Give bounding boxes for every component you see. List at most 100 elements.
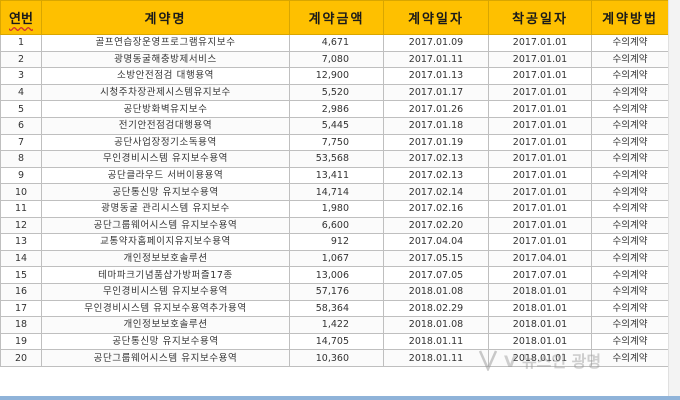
- cell-no: 8: [0, 150, 42, 168]
- cell-method: 수의계약: [591, 349, 668, 367]
- cell-no: 7: [0, 133, 42, 152]
- table-row: 8 무인경비시스템 유지보수용역 53,568 2017.02.13 2017.01.0…: [0, 150, 668, 168]
- cell-amount: 13,411: [289, 166, 384, 185]
- cell-contract-name: 테마파크기념품샵가방퍼즐17종: [41, 266, 290, 284]
- cell-no: 6: [0, 116, 42, 135]
- cell-contract-date: 2017.02.14: [383, 183, 489, 201]
- header-start-date: 착공일자: [488, 0, 592, 35]
- cell-contract-name: 공단통신망 유지보수용역: [41, 183, 290, 201]
- cell-start-date: 2018.01.01: [488, 299, 592, 318]
- cell-start-date: 2017.01.01: [488, 150, 592, 168]
- cell-contract-date: 2017.02.16: [383, 199, 489, 218]
- cell-amount: 6,600: [289, 216, 384, 235]
- cell-start-date: 2017.01.01: [488, 216, 592, 235]
- cell-amount: 5,520: [289, 83, 384, 102]
- cell-start-date: 2017.01.01: [488, 116, 592, 135]
- cell-contract-date: 2017.01.26: [383, 100, 489, 118]
- cell-contract-date: 2017.01.13: [383, 67, 489, 85]
- cell-contract-name: 공단사업장정기소독용역: [41, 133, 290, 152]
- cell-start-date: 2018.01.01: [488, 349, 592, 367]
- cell-method: 수의계약: [591, 266, 668, 284]
- table-row: 18 개인정보보호솔루션 1,422 2018.01.08 2018.01.01 수의계약: [0, 316, 668, 334]
- cell-method: 수의계약: [591, 116, 668, 135]
- table-row: 9 공단클라우드 서버이용용역 13,411 2017.02.13 2017.01.01…: [0, 166, 668, 185]
- cell-contract-name: 공단방화벽유지보수: [41, 100, 290, 118]
- table-row: 5 공단방화벽유지보수 2,986 2017.01.26 2017.01.01 수의계약: [0, 100, 668, 118]
- cell-start-date: 2017.01.01: [488, 183, 592, 201]
- cell-contract-name: 전기안전점검대행용역: [41, 116, 290, 135]
- cell-contract-name: 광명동굴 관리시스템 유지보수: [41, 199, 290, 218]
- cell-start-date: 2017.01.01: [488, 34, 592, 52]
- cell-contract-date: 2017.05.15: [383, 249, 489, 268]
- table-row: 16 무인경비시스템 유지보수용역 57,176 2018.01.08 2018.01.…: [0, 282, 668, 301]
- cell-amount: 1,067: [289, 249, 384, 268]
- cell-no: 1: [0, 34, 42, 52]
- cell-no: 18: [0, 316, 42, 334]
- cell-contract-name: 개인정보보호솔루션: [41, 249, 290, 268]
- cell-start-date: 2018.01.01: [488, 332, 592, 351]
- bottom-border-bar: [0, 396, 680, 400]
- cell-contract-date: 2017.02.13: [383, 166, 489, 185]
- cell-contract-date: 2017.02.20: [383, 216, 489, 235]
- cell-no: 13: [0, 233, 42, 251]
- table-row: 19 공단통신망 유지보수용역 14,705 2018.01.11 2018.01.01…: [0, 332, 668, 351]
- cell-start-date: 2017.01.01: [488, 50, 592, 69]
- cell-method: 수의계약: [591, 67, 668, 85]
- cell-method: 수의계약: [591, 249, 668, 268]
- table-row: 2 광명동굴해충방제서비스 7,080 2017.01.11 2017.01.01 수의계…: [0, 50, 668, 69]
- cell-contract-name: 무인경비시스템 유지보수용역: [41, 282, 290, 301]
- cell-method: 수의계약: [591, 282, 668, 301]
- cell-amount: 14,714: [289, 183, 384, 201]
- cell-start-date: 2018.01.01: [488, 282, 592, 301]
- cell-amount: 4,671: [289, 34, 384, 52]
- table-row: 3 소방안전점검 대행용역 12,900 2017.01.13 2017.01.01 수의…: [0, 67, 668, 85]
- cell-no: 10: [0, 183, 42, 201]
- cell-method: 수의계약: [591, 183, 668, 201]
- cell-start-date: 2017.04.01: [488, 249, 592, 268]
- cell-contract-name: 공단클라우드 서버이용용역: [41, 166, 290, 185]
- cell-contract-name: 무인경비시스템 유지보수용역추가용역: [41, 299, 290, 318]
- table-row: 13 교통약자홈페이지유지보수용역 912 2017.04.04 2017.01.01 수…: [0, 233, 668, 251]
- scroll-gutter: [668, 0, 680, 400]
- header-amount: 계약금액: [289, 0, 384, 35]
- cell-method: 수의계약: [591, 150, 668, 168]
- cell-amount: 1,980: [289, 199, 384, 218]
- table-row: 11 광명동굴 관리시스템 유지보수 1,980 2017.02.16 2017.01.…: [0, 199, 668, 218]
- contract-table-container: 연번 계약명 계약금액 계약일자 착공일자 계약방법 1 골프연습장운영프로그램유…: [0, 0, 668, 400]
- cell-contract-date: 2017.01.11: [383, 50, 489, 69]
- cell-contract-date: 2017.01.09: [383, 34, 489, 52]
- cell-amount: 14,705: [289, 332, 384, 351]
- cell-start-date: 2018.01.01: [488, 316, 592, 334]
- cell-contract-date: 2017.01.19: [383, 133, 489, 152]
- table-row: 4 시청주차장관제시스템유지보수 5,520 2017.01.17 2017.01.01…: [0, 83, 668, 102]
- cell-no: 9: [0, 166, 42, 185]
- cell-contract-name: 시청주차장관제시스템유지보수: [41, 83, 290, 102]
- cell-start-date: 2017.01.01: [488, 67, 592, 85]
- table-row: 7 공단사업장정기소독용역 7,750 2017.01.19 2017.01.01 수의계…: [0, 133, 668, 152]
- cell-amount: 912: [289, 233, 384, 251]
- table-body: 1 골프연습장운영프로그램유지보수 4,671 2017.01.09 2017.01.0…: [0, 34, 668, 367]
- cell-contract-name: 공단통신망 유지보수용역: [41, 332, 290, 351]
- cell-contract-name: 골프연습장운영프로그램유지보수: [41, 34, 290, 52]
- cell-contract-name: 공단그룹웨어시스템 유지보수용역: [41, 216, 290, 235]
- cell-contract-name: 공단그룹웨어시스템 유지보수용역: [41, 349, 290, 367]
- cell-contract-name: 광명동굴해충방제서비스: [41, 50, 290, 69]
- cell-method: 수의계약: [591, 216, 668, 235]
- cell-contract-date: 2018.01.08: [383, 316, 489, 334]
- cell-contract-date: 2018.01.11: [383, 332, 489, 351]
- cell-no: 15: [0, 266, 42, 284]
- cell-no: 5: [0, 100, 42, 118]
- contract-table: 연번 계약명 계약금액 계약일자 착공일자 계약방법 1 골프연습장운영프로그램유…: [0, 0, 668, 367]
- cell-contract-name: 교통약자홈페이지유지보수용역: [41, 233, 290, 251]
- cell-no: 16: [0, 282, 42, 301]
- cell-contract-name: 소방안전점검 대행용역: [41, 67, 290, 85]
- cell-method: 수의계약: [591, 50, 668, 69]
- cell-start-date: 2017.01.01: [488, 133, 592, 152]
- cell-method: 수의계약: [591, 316, 668, 334]
- cell-start-date: 2017.07.01: [488, 266, 592, 284]
- cell-method: 수의계약: [591, 332, 668, 351]
- cell-contract-date: 2017.04.04: [383, 233, 489, 251]
- cell-contract-date: 2018.01.08: [383, 282, 489, 301]
- cell-method: 수의계약: [591, 34, 668, 52]
- cell-amount: 12,900: [289, 67, 384, 85]
